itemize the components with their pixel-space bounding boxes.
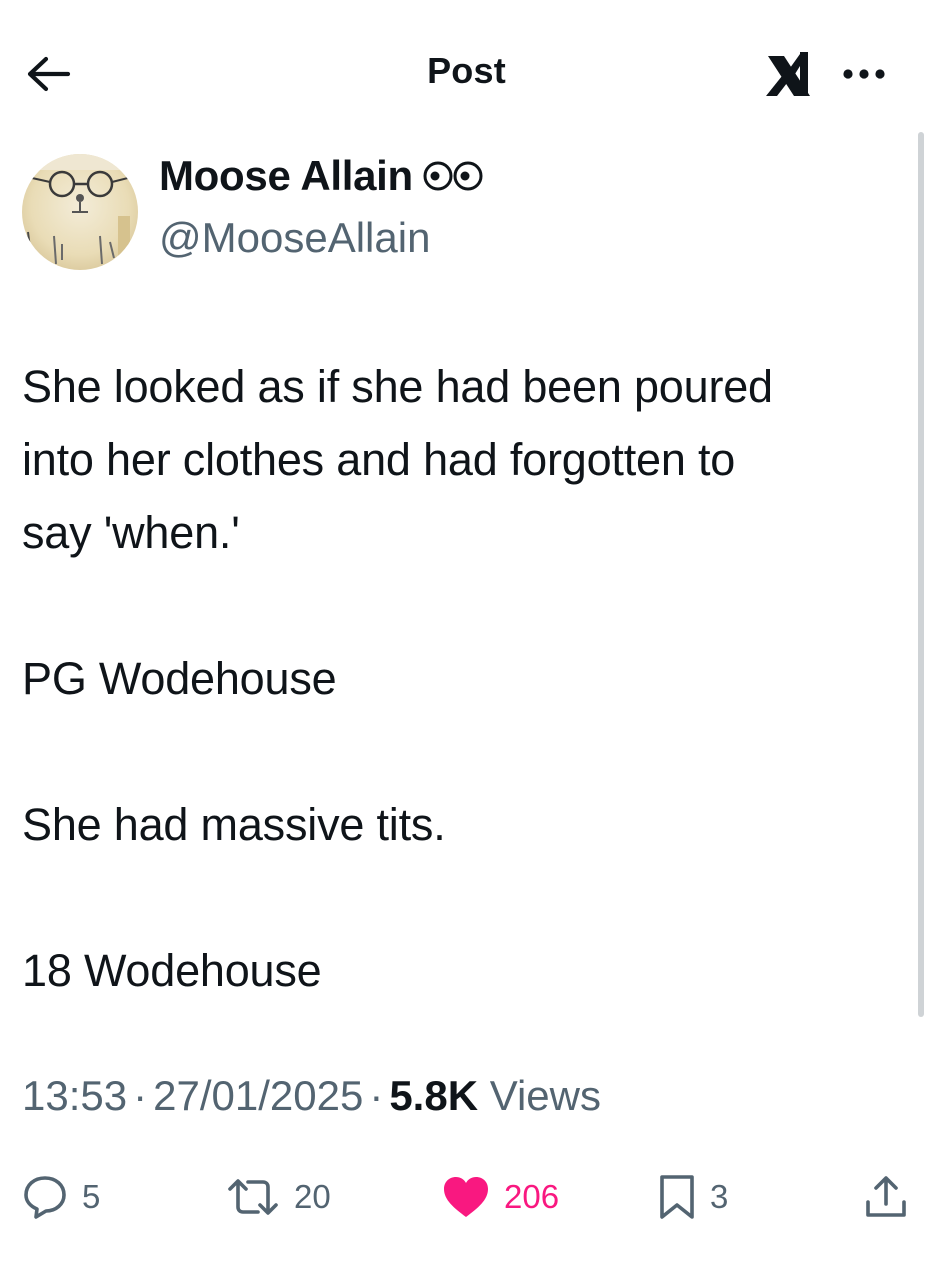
author-handle[interactable]: @MooseAllain: [159, 214, 430, 262]
like-button[interactable]: 206: [442, 1162, 559, 1232]
tweet-line: PG Wodehouse: [22, 653, 337, 704]
reply-button[interactable]: 5: [22, 1162, 100, 1232]
action-bar: 5 20 206 3: [0, 1162, 933, 1232]
share-button[interactable]: [864, 1162, 908, 1232]
post-page: Post Moose Allain @MooseAllain She looke…: [0, 0, 933, 1280]
grok-button[interactable]: [760, 46, 818, 104]
repost-icon: [226, 1177, 280, 1217]
author-name: Moose Allain: [159, 152, 413, 199]
share-icon: [864, 1174, 908, 1220]
tweet-line: 18 Wodehouse: [22, 945, 322, 996]
views-count[interactable]: 5.8K: [389, 1072, 478, 1119]
grok-icon: [762, 48, 816, 102]
more-icon: [840, 68, 888, 80]
bookmark-count: 3: [710, 1178, 729, 1215]
author-block: Moose Allain @MooseAllain: [22, 150, 902, 275]
post-date[interactable]: 27/01/2025: [153, 1072, 363, 1119]
repost-count: 20: [294, 1178, 331, 1215]
views-label: Views: [489, 1072, 601, 1119]
avatar[interactable]: [22, 154, 138, 270]
author-name-row[interactable]: Moose Allain: [159, 152, 485, 200]
repost-button[interactable]: 20: [226, 1162, 331, 1232]
more-options-button[interactable]: [836, 52, 892, 96]
heart-icon: [442, 1175, 490, 1219]
top-bar: Post: [0, 0, 933, 140]
tweet-line: She had massive tits.: [22, 799, 446, 850]
bookmark-button[interactable]: 3: [658, 1162, 728, 1232]
glasses-badge-icon: [421, 159, 485, 193]
reply-count: 5: [82, 1178, 101, 1215]
tweet-line: She looked as if she had been poured: [22, 361, 773, 412]
post-meta: 13:53 · 27/01/2025 · 5.8K Views: [22, 1072, 601, 1120]
meta-separator: ·: [369, 1072, 384, 1119]
bookmark-icon: [658, 1174, 696, 1220]
reply-icon: [22, 1174, 68, 1220]
post-time[interactable]: 13:53: [22, 1072, 127, 1119]
tweet-line: into her clothes and had forgotten to: [22, 434, 736, 485]
scrollbar[interactable]: [918, 132, 924, 1017]
tweet-text: She looked as if she had been poured int…: [22, 350, 912, 1007]
tweet-line: say 'when.': [22, 507, 240, 558]
like-count: 206: [504, 1178, 560, 1215]
meta-separator: ·: [133, 1072, 148, 1119]
